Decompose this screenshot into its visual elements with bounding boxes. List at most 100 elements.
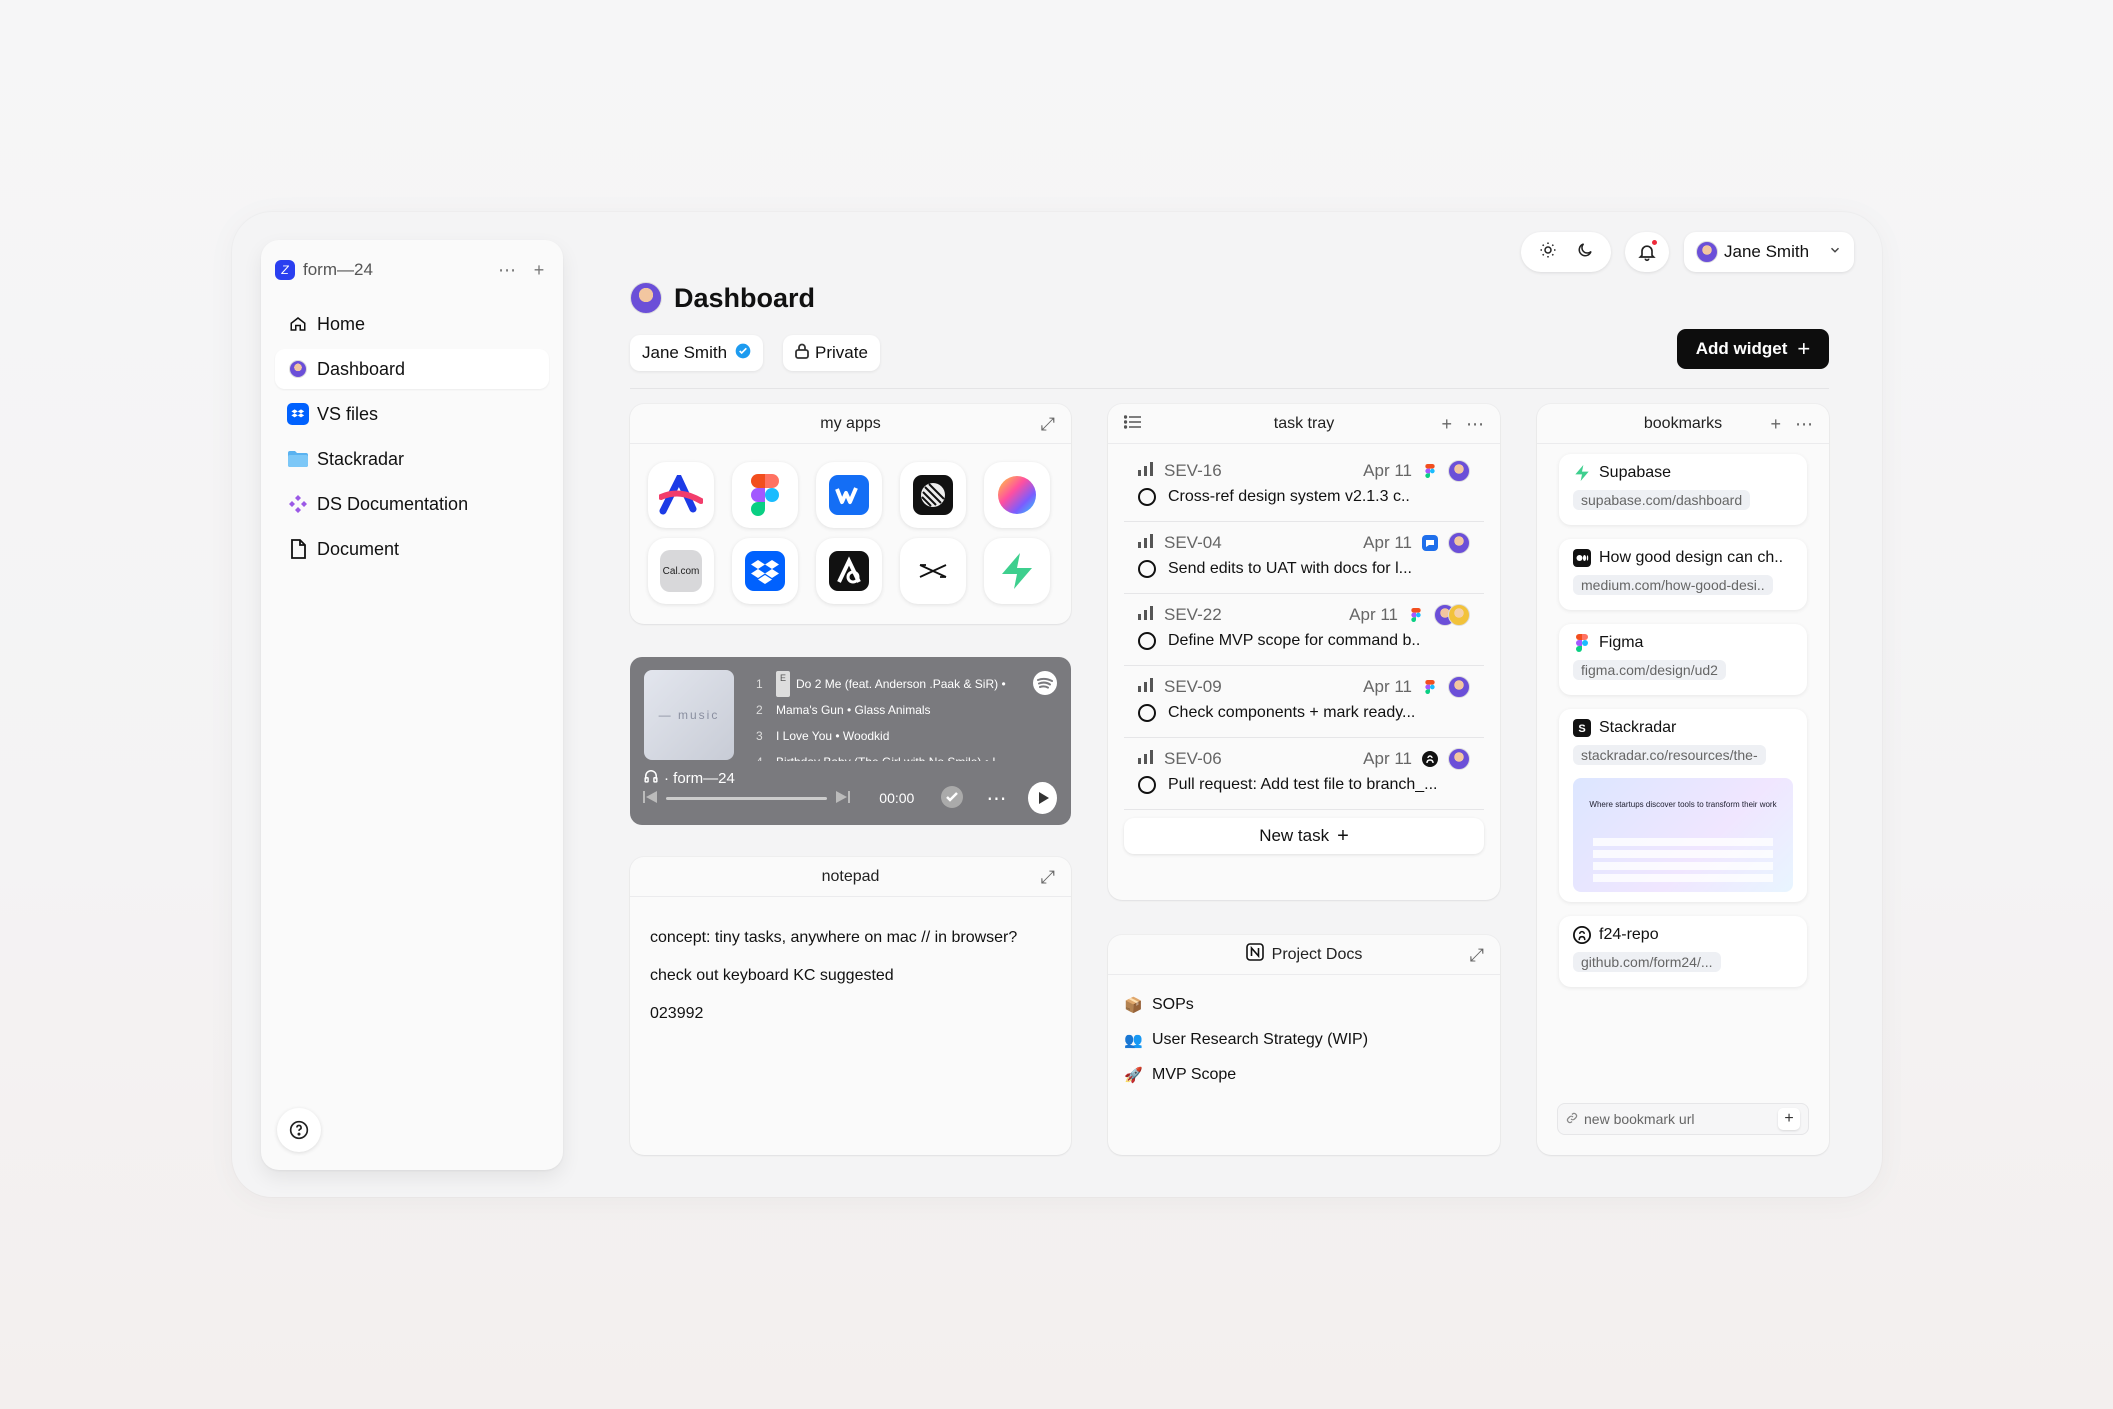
owner-name: Jane Smith [642, 343, 728, 362]
task-checkbox[interactable] [1138, 488, 1156, 506]
task-row[interactable]: SEV-09 Apr 11 Check components + mark re… [1124, 666, 1484, 738]
task-checkbox[interactable] [1138, 560, 1156, 578]
home-icon [287, 313, 309, 335]
add-bookmark-button[interactable]: + [1778, 1108, 1800, 1130]
sun-icon[interactable] [1539, 241, 1557, 264]
track-row[interactable]: 2 Mama's Gun • Glass Animals [756, 697, 1021, 723]
task-checkbox[interactable] [1138, 632, 1156, 650]
bookmark-card[interactable]: f24-repo github.com/form24/... [1559, 916, 1807, 987]
bookmark-card[interactable]: Figma figma.com/design/ud2 [1559, 624, 1807, 695]
more-icon[interactable]: ⋯ [1795, 414, 1813, 435]
task-date: Apr 11 [1349, 605, 1398, 624]
moon-icon[interactable] [1576, 241, 1594, 264]
theme-toggle[interactable] [1521, 232, 1611, 272]
task-id: SEV-22 [1164, 605, 1222, 624]
task-date: Apr 11 [1363, 533, 1412, 552]
bookmarks-widget: bookmarks + ⋯ Supabase supabase.com/dashb… [1537, 404, 1829, 1155]
play-button[interactable] [1028, 782, 1057, 814]
dropbox-icon[interactable] [732, 538, 798, 604]
bookmark-url[interactable]: figma.com/design/ud2 [1573, 660, 1726, 680]
task-checkbox[interactable] [1138, 704, 1156, 722]
github-icon [1422, 751, 1438, 767]
new-bookmark-placeholder: new bookmark url [1584, 1111, 1695, 1127]
widget-header: task tray + ⋯ [1108, 404, 1500, 444]
gradient-app-icon[interactable] [984, 462, 1050, 528]
track-row[interactable]: 4Birthday Baby (The Girl with No Smile) … [756, 749, 1021, 761]
spline-icon[interactable] [816, 538, 882, 604]
expand-icon[interactable]: ⤢ [1041, 414, 1055, 435]
plus-icon[interactable]: + [1441, 414, 1452, 435]
sidebar-item-vs-files[interactable]: VS files [275, 394, 549, 434]
track-row[interactable]: 1 E Do 2 Me (feat. Anderson .Paak & SiR) • [756, 671, 1021, 697]
avatar [1696, 241, 1718, 263]
notepad-widget: notepad ⤢ concept: tiny tasks, anywhere … [630, 857, 1071, 1155]
widget-title: bookmarks [1643, 414, 1723, 432]
spotify-icon[interactable] [1033, 671, 1057, 695]
bookmark-url[interactable]: stackradar.co/resources/the- [1573, 745, 1766, 765]
user-menu[interactable]: Jane Smith [1684, 232, 1854, 272]
task-row[interactable]: SEV-04 Apr 11 Send edits to UAT with doc… [1124, 522, 1484, 594]
new-task-button[interactable]: New task + [1124, 818, 1484, 854]
bookmark-url[interactable]: medium.com/how-good-desi.. [1573, 575, 1773, 595]
list-icon[interactable] [1123, 414, 1142, 434]
task-row[interactable]: SEV-22 Apr 11 Define MVP scope for comma… [1124, 594, 1484, 666]
task-row[interactable]: SEV-16 Apr 11 Cross-ref design system v2… [1124, 450, 1484, 522]
progress-bar[interactable] [666, 796, 828, 800]
bookmark-card[interactable]: Supabase supabase.com/dashboard [1559, 454, 1807, 525]
sidebar-item-ds-documentation[interactable]: DS Documentation [275, 484, 549, 524]
avatar [1448, 748, 1470, 770]
folder-icon [287, 448, 309, 470]
previous-icon[interactable] [642, 789, 658, 808]
expand-icon[interactable]: ⤢ [1041, 867, 1055, 888]
workspace-header: Z form—24 ⋯ + [275, 254, 549, 286]
bookmark-list: Supabase supabase.com/dashboard How good… [1537, 444, 1829, 987]
check-icon[interactable] [940, 785, 964, 812]
sidebar-item-stackradar[interactable]: Stackradar [275, 439, 549, 479]
owner-chip[interactable]: Jane Smith [630, 335, 764, 371]
task-checkbox[interactable] [1138, 776, 1156, 794]
calcom-icon[interactable]: Cal.com [648, 538, 714, 604]
linear-icon[interactable] [900, 462, 966, 528]
bookmark-url[interactable]: supabase.com/dashboard [1573, 490, 1751, 510]
capcut-icon[interactable] [900, 538, 966, 604]
expand-icon[interactable]: ⤢ [1470, 945, 1484, 966]
sidebar-item-label: Document [317, 538, 400, 559]
supabase-icon[interactable] [984, 538, 1050, 604]
link-icon [1566, 1111, 1578, 1127]
notepad-body[interactable]: concept: tiny tasks, anywhere on mac // … [630, 897, 1071, 1055]
more-icon[interactable]: ⋯ [986, 786, 1006, 811]
project-docs-widget: Project Docs ⤢ 📦 SOPs 👥 User Research Stra… [1108, 935, 1500, 1155]
sidebar-item-document[interactable]: Document [275, 529, 549, 569]
more-icon[interactable]: ⋯ [1466, 414, 1484, 435]
next-icon[interactable] [835, 789, 851, 808]
task-date: Apr 11 [1363, 461, 1412, 480]
workspace-name[interactable]: form—24 [303, 260, 485, 280]
figma-icon[interactable] [732, 462, 798, 528]
new-bookmark-input[interactable]: new bookmark url + [1557, 1103, 1809, 1135]
track-row[interactable]: 3 I Love You • Woodkid [756, 723, 1021, 749]
plus-icon[interactable]: + [1770, 414, 1781, 435]
add-widget-button[interactable]: Add widget + [1677, 329, 1829, 369]
bookmark-url[interactable]: github.com/form24/... [1573, 952, 1721, 972]
plus-icon[interactable]: + [529, 260, 549, 280]
rocket-icon: 🚀 [1124, 1066, 1143, 1084]
arc-icon[interactable] [648, 462, 714, 528]
bookmark-card[interactable]: How good design can ch.. medium.com/how-… [1559, 539, 1807, 610]
help-button[interactable] [277, 1108, 321, 1152]
notifications-button[interactable] [1625, 232, 1669, 272]
bookmark-card[interactable]: S Stackradar stackradar.co/resources/the-… [1559, 709, 1807, 902]
widget-title: notepad [821, 867, 880, 885]
note-line: check out keyboard KC suggested [650, 967, 894, 984]
sidebar-item-dashboard[interactable]: Dashboard [275, 349, 549, 389]
doc-item[interactable]: 🚀 MVP Scope [1108, 1057, 1500, 1092]
task-row[interactable]: SEV-06 Apr 11 Pull request: Add test fil… [1124, 738, 1484, 810]
widget-header: my apps ⤢ [630, 404, 1071, 444]
sidebar-item-home[interactable]: Home [275, 304, 549, 344]
chat-icon [1422, 535, 1438, 551]
visibility-chip[interactable]: Private [783, 335, 880, 371]
webflow-icon[interactable] [816, 462, 882, 528]
lock-icon [795, 343, 809, 364]
more-icon[interactable]: ⋯ [497, 260, 517, 280]
doc-item[interactable]: 👥 User Research Strategy (WIP) [1108, 1022, 1500, 1057]
doc-item[interactable]: 📦 SOPs [1108, 987, 1500, 1022]
